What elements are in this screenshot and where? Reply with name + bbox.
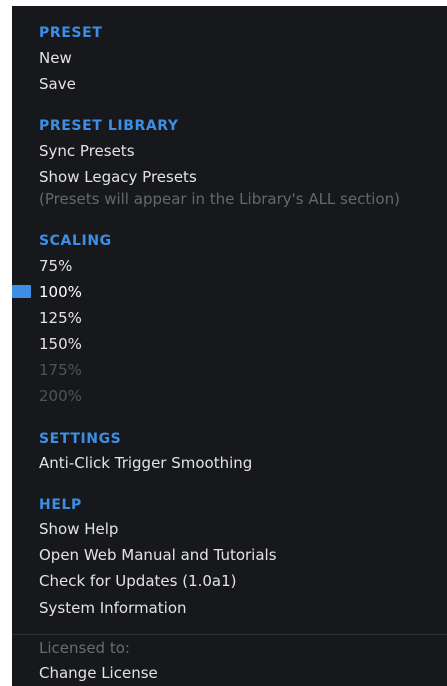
settings-menu: PRESET New Save PRESET LIBRARY Sync Pres… [12,6,447,686]
scaling-option-150[interactable]: 150% [39,334,82,354]
menu-item-open-web-manual[interactable]: Open Web Manual and Tutorials [39,545,277,565]
scaling-section-title: SCALING [39,233,112,249]
scaling-option-125[interactable]: 125% [39,308,82,328]
licensed-to-label: Licensed to: [39,639,130,657]
menu-item-anti-click-trigger-smoothing[interactable]: Anti-Click Trigger Smoothing [39,453,252,473]
menu-item-save[interactable]: Save [39,74,76,94]
scaling-option-100[interactable]: 100% [39,282,82,302]
screen: PRESET New Save PRESET LIBRARY Sync Pres… [0,0,447,686]
menu-item-system-information[interactable]: System Information [39,598,187,618]
menu-item-show-legacy-presets[interactable]: Show Legacy Presets [39,167,197,187]
settings-section-title: SETTINGS [39,431,122,447]
scaling-option-200: 200% [39,387,82,405]
legacy-presets-note: (Presets will appear in the Library's AL… [39,190,400,208]
scaling-option-75[interactable]: 75% [39,256,72,276]
preset-section-title: PRESET [39,25,103,41]
preset-library-section-title: PRESET LIBRARY [39,118,179,134]
menu-item-change-license[interactable]: Change License [39,663,158,683]
menu-item-new[interactable]: New [39,48,72,68]
license-divider [12,634,447,635]
menu-item-show-help[interactable]: Show Help [39,519,118,539]
scaling-option-175: 175% [39,361,82,379]
help-section-title: HELP [39,497,82,513]
selected-indicator-icon [12,285,31,298]
menu-item-check-for-updates[interactable]: Check for Updates (1.0a1) [39,571,237,591]
menu-item-sync-presets[interactable]: Sync Presets [39,141,135,161]
